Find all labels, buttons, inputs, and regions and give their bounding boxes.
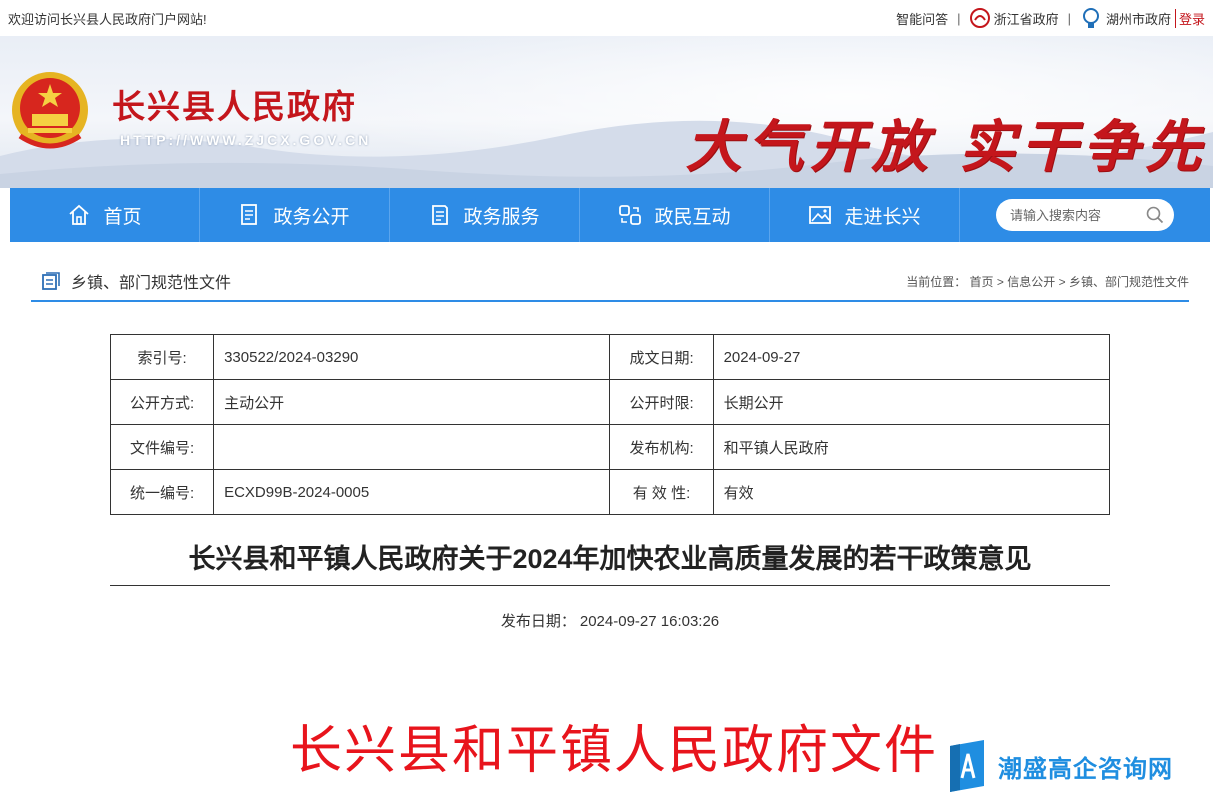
national-emblem-icon — [12, 72, 88, 149]
divider: | — [1067, 10, 1071, 26]
meta-key: 统一编号: — [109, 469, 215, 515]
top-links: 智能问答 | 浙江省政府 | 湖州市政府 登录 — [896, 7, 1205, 29]
interaction-icon — [619, 205, 642, 225]
site-title: 长兴县人民政府 — [112, 87, 357, 126]
site-banner: 长兴县人民政府 HTTP://WWW.ZJCX.GOV.CN 大气开放 实干争先 — [0, 36, 1213, 188]
province-gov-link[interactable]: 浙江省政府 — [969, 8, 1059, 28]
divider: | — [957, 10, 961, 26]
nav-item-label: 首页 — [103, 206, 142, 228]
section-heading: 乡镇、部门规范性文件 — [41, 269, 231, 293]
meta-value: 主动公开 — [213, 379, 611, 425]
nav-item-home[interactable]: 首页 — [10, 188, 200, 242]
breadcrumb-home[interactable]: 首页 — [970, 275, 994, 289]
publish-date: 发布日期： 2024-09-27 16:03:26 — [0, 610, 1213, 631]
watermark-text: 潮盛高企咨询网 — [998, 753, 1173, 783]
publish-date-label: 发布日期： — [500, 613, 576, 630]
main-nav: 首页 政务公开 政务服务 政民互动 走进长兴 — [10, 188, 1210, 242]
breadcrumb-arrow: > — [996, 274, 1004, 289]
publish-date-value: 2024-09-27 16:03:26 — [579, 613, 720, 630]
meta-key: 公开方式: — [109, 379, 215, 425]
meta-value: 长期公开 — [712, 379, 1111, 425]
section-title: 乡镇、部门规范性文件 — [71, 275, 232, 292]
meta-value: 330522/2024-03290 — [213, 334, 611, 380]
table-row: 文件编号: 发布机构: 和平镇人民政府 — [109, 424, 1111, 470]
document-red-header: 长兴县和平镇人民政府文件 — [290, 721, 939, 781]
breadcrumb-bar: 乡镇、部门规范性文件 当前位置： 首页 > 信息公开 > 乡镇、部门规范性文件 — [31, 262, 1189, 302]
meta-value: ECXD99B-2024-0005 — [213, 469, 611, 515]
zhejiang-logo-icon — [969, 8, 990, 28]
meta-key: 有 效 性: — [609, 469, 714, 515]
slogan: 大气开放 实干争先 — [685, 114, 1207, 180]
meta-value: 有效 — [712, 469, 1111, 515]
nav-item-about-changxing[interactable]: 走进长兴 — [770, 188, 960, 242]
nav-item-label: 政民互动 — [654, 206, 731, 228]
table-row: 统一编号: ECXD99B-2024-0005 有 效 性: 有效 — [109, 469, 1111, 515]
search-icon[interactable] — [1146, 206, 1164, 224]
breadcrumb-info-public[interactable]: 信息公开 — [1007, 275, 1055, 289]
home-icon — [69, 204, 90, 225]
meta-value: 和平镇人民政府 — [712, 424, 1111, 470]
meta-key: 索引号: — [109, 334, 215, 380]
table-row: 索引号: 330522/2024-03290 成文日期: 2024-09-27 — [109, 334, 1111, 380]
top-bar: 欢迎访问长兴县人民政府门户网站! 智能问答 | 浙江省政府 | 湖州市政府 登录 — [0, 0, 1213, 36]
list-doc-icon — [42, 272, 60, 290]
nav-item-label: 走进长兴 — [844, 206, 921, 228]
breadcrumb: 当前位置： 首页 > 信息公开 > 乡镇、部门规范性文件 — [906, 273, 1189, 290]
breadcrumb-leaf[interactable]: 乡镇、部门规范性文件 — [1069, 275, 1189, 289]
city-gov-label: 湖州市政府 — [1105, 11, 1171, 27]
search-box — [996, 199, 1174, 231]
watermark-logo-icon — [950, 740, 984, 792]
search-input[interactable] — [1010, 207, 1138, 223]
meta-value — [213, 424, 611, 470]
document-title: 长兴县和平镇人民政府关于2024年加快农业高质量发展的若干政策意见 — [110, 534, 1110, 586]
meta-key: 文件编号: — [109, 424, 215, 470]
breadcrumb-label: 当前位置： — [906, 274, 967, 289]
picture-icon — [809, 206, 832, 224]
search-area — [960, 188, 1210, 242]
nav-item-label: 政务公开 — [273, 206, 350, 228]
service-icon — [432, 205, 449, 225]
meta-key: 成文日期: — [609, 334, 714, 380]
province-gov-label: 浙江省政府 — [993, 11, 1059, 27]
nav-item-gov-services[interactable]: 政务服务 — [390, 188, 580, 242]
document-meta-table: 索引号: 330522/2024-03290 成文日期: 2024-09-27 … — [109, 334, 1111, 515]
meta-key: 发布机构: — [609, 424, 714, 470]
login-link[interactable]: 登录 — [1174, 8, 1205, 28]
table-row: 公开方式: 主动公开 公开时限: 长期公开 — [109, 379, 1111, 425]
welcome-text: 欢迎访问长兴县人民政府门户网站! — [8, 11, 207, 27]
site-url: HTTP://WWW.ZJCX.GOV.CN — [120, 132, 372, 148]
nav-item-gov-affairs[interactable]: 政务公开 — [200, 188, 390, 242]
meta-key: 公开时限: — [609, 379, 714, 425]
document-icon — [241, 204, 258, 225]
meta-value: 2024-09-27 — [712, 334, 1111, 380]
watermark: 潮盛高企咨询网 — [946, 738, 1173, 794]
city-gov-link[interactable]: 湖州市政府 — [1080, 7, 1171, 29]
nav-item-interaction[interactable]: 政民互动 — [580, 188, 770, 242]
huzhou-logo-icon — [1082, 8, 1099, 28]
smart-qa-link[interactable]: 智能问答 — [896, 9, 948, 28]
breadcrumb-arrow: > — [1058, 274, 1066, 289]
nav-item-label: 政务服务 — [463, 206, 540, 228]
